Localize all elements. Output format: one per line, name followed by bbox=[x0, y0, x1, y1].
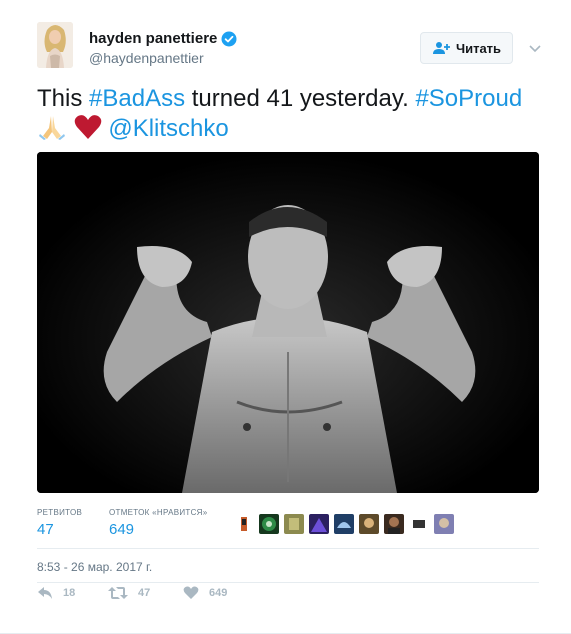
liker-avatar[interactable] bbox=[434, 514, 454, 534]
chevron-down-icon[interactable] bbox=[527, 40, 543, 56]
retweets-value: 47 bbox=[37, 521, 54, 538]
reply-icon bbox=[38, 587, 52, 599]
reply-count: 18 bbox=[63, 587, 76, 599]
folded-hands-icon bbox=[39, 116, 65, 140]
retweet-icon bbox=[108, 587, 128, 599]
follow-button-label: Читать bbox=[455, 40, 502, 56]
follow-person-icon bbox=[432, 42, 450, 54]
liker-avatar[interactable] bbox=[309, 514, 329, 534]
tweet-photo[interactable] bbox=[37, 152, 539, 493]
user-handle[interactable]: @haydenpanettier bbox=[89, 50, 204, 66]
like-button[interactable]: 649 bbox=[183, 586, 227, 600]
tweet-actions: 18 47 649 bbox=[37, 586, 539, 606]
mention-link-klitschko[interactable]: @Klitschko bbox=[108, 115, 228, 142]
tweet-header: hayden panettiere @haydenpanettier Читат… bbox=[37, 22, 547, 72]
retweet-button[interactable]: 47 bbox=[108, 586, 150, 600]
hashtag-link-badass[interactable]: #BadAss bbox=[89, 85, 185, 112]
liker-avatar[interactable] bbox=[259, 514, 279, 534]
liker-avatar[interactable] bbox=[384, 514, 404, 534]
likes-label: ОТМЕТОК «НРАВИТСЯ» bbox=[109, 508, 208, 517]
reply-button[interactable]: 18 bbox=[37, 586, 75, 600]
follow-button[interactable]: Читать bbox=[420, 32, 513, 64]
liker-avatars bbox=[234, 514, 459, 534]
divider bbox=[37, 582, 539, 583]
avatar[interactable] bbox=[37, 22, 73, 68]
hashtag-link-soproud[interactable]: #SoProud bbox=[415, 85, 522, 112]
retweet-count: 47 bbox=[138, 587, 151, 599]
tweet-text: This #BadAss turned 41 yesterday. #SoPro… bbox=[37, 84, 537, 144]
liker-avatar[interactable] bbox=[409, 514, 429, 534]
liker-avatar[interactable] bbox=[234, 514, 254, 534]
tweet-text-middle: turned 41 yesterday. bbox=[185, 85, 416, 112]
heart-icon bbox=[183, 586, 199, 599]
verified-badge-icon bbox=[221, 31, 237, 46]
tweet-text-prefix: This bbox=[37, 85, 90, 112]
divider bbox=[37, 548, 539, 549]
tweet-timestamp[interactable]: 8:53 - 26 мар. 2017 г. bbox=[37, 560, 152, 574]
tweet-stats: РЕТВИТОВ 47 ОТМЕТОК «НРАВИТСЯ» 649 bbox=[37, 508, 539, 544]
likes-value: 649 bbox=[109, 521, 135, 538]
likes-stat[interactable]: ОТМЕТОК «НРАВИТСЯ» 649 bbox=[109, 508, 207, 538]
name-row: hayden panettiere bbox=[89, 30, 237, 47]
liker-avatar[interactable] bbox=[284, 514, 304, 534]
tweet-card: hayden panettiere @haydenpanettier Читат… bbox=[0, 0, 571, 634]
like-count: 649 bbox=[209, 587, 228, 599]
red-heart-icon bbox=[74, 115, 101, 139]
display-name[interactable]: hayden panettiere bbox=[89, 30, 217, 47]
retweets-stat[interactable]: РЕТВИТОВ 47 bbox=[37, 508, 82, 538]
liker-avatar[interactable] bbox=[359, 514, 379, 534]
liker-avatar[interactable] bbox=[334, 514, 354, 534]
retweets-label: РЕТВИТОВ bbox=[37, 508, 83, 517]
